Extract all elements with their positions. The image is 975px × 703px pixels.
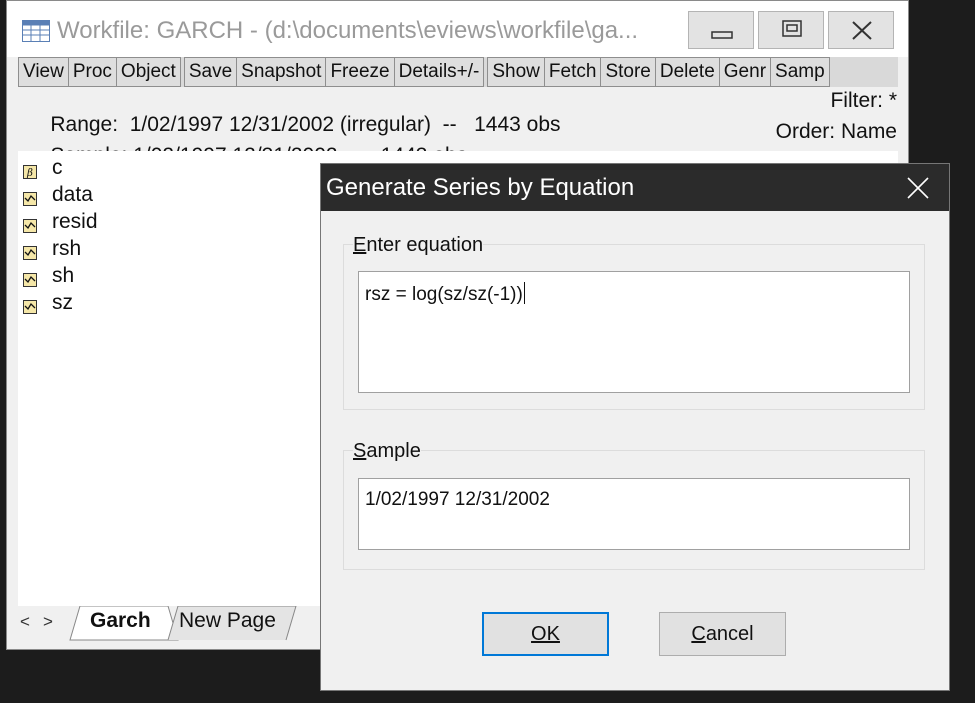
dialog-close-button[interactable] [887,166,947,209]
tab-new-page[interactable]: New Page [176,606,288,640]
toolbar-sample-button[interactable]: Samp [770,57,830,87]
range-row: Range: 1/02/1997 12/31/2002 (irregular) … [27,89,897,136]
sample-input[interactable]: 1/02/1997 12/31/2002 [358,478,910,550]
tab-garch-label: Garch [90,609,151,632]
series-icon [23,215,37,239]
series-icon [23,296,37,320]
sample-row: Sample: 1/02/1997 12/31/2002 -- 1443 obs… [27,120,897,167]
object-label: resid [52,210,98,233]
minimize-button[interactable] [688,11,754,49]
cancel-mnemonic: C [691,623,706,645]
minimize-icon [711,31,733,39]
object-label: sz [52,291,73,314]
toolbar-freeze-button[interactable]: Freeze [325,57,395,87]
toolbar-delete-button[interactable]: Delete [654,57,720,87]
maximize-icon [782,20,802,37]
toolbar-show-button[interactable]: Show [487,57,545,87]
close-icon [907,177,929,199]
object-label: rsh [52,237,82,260]
close-icon [852,21,872,40]
workfile-title: Workfile: GARCH - (d:\documents\eviews\w… [57,17,639,44]
sample-label-rest: ample [366,440,421,462]
ok-button[interactable]: OK [482,612,609,656]
equation-input[interactable]: rsz = log(sz/sz(-1)) [358,271,910,393]
equation-text: rsz = log(sz/sz(-1)) [365,284,523,305]
close-button[interactable] [828,11,894,49]
cancel-label-rest: ancel [705,623,754,645]
equation-label-rest: nter equation [366,234,484,256]
object-label: c [52,156,63,179]
tab-new-page-label: New Page [179,609,276,632]
ok-label: OK [531,623,560,645]
object-label: data [52,183,93,206]
sample-label: Sample [353,440,421,463]
order-text[interactable]: Order: Name [776,120,897,144]
series-icon [23,188,37,212]
toolbar-store-button[interactable]: Store [600,57,656,87]
toolbar-object-button[interactable]: Object [115,57,181,87]
object-label: sh [52,264,75,287]
filter-text[interactable]: Filter: * [830,89,897,113]
cancel-button[interactable]: Cancel [659,612,786,656]
tab-garch[interactable]: Garch [80,606,170,640]
workfile-toolbar: View Proc Object Save Snapshot Freeze De… [18,57,898,87]
text-caret [523,282,525,304]
generate-series-dialog: Generate Series by Equation Enter equati… [320,163,950,691]
toolbar-details-button[interactable]: Details+/- [393,57,485,87]
toolbar-snapshot-button[interactable]: Snapshot [236,57,327,87]
sample-text: 1/02/1997 12/31/2002 [365,489,550,510]
toolbar-proc-button[interactable]: Proc [67,57,117,87]
dialog-title: Generate Series by Equation [326,174,635,201]
toolbar-view-button[interactable]: View [18,57,69,87]
equation-label: Enter equation [353,234,484,257]
series-icon [23,242,37,266]
toolbar-fetch-button[interactable]: Fetch [543,57,602,87]
workfile-titlebar[interactable]: Workfile: GARCH - (d:\documents\eviews\w… [7,1,908,57]
svg-text:β: β [26,168,33,179]
toolbar-save-button[interactable]: Save [183,57,238,87]
workfile-app-icon [22,20,50,47]
maximize-button[interactable] [758,11,824,49]
coefficient-icon: β [23,161,37,185]
series-icon [23,269,37,293]
dialog-titlebar[interactable]: Generate Series by Equation [321,164,949,211]
toolbar-genr-button[interactable]: Genr [718,57,772,87]
